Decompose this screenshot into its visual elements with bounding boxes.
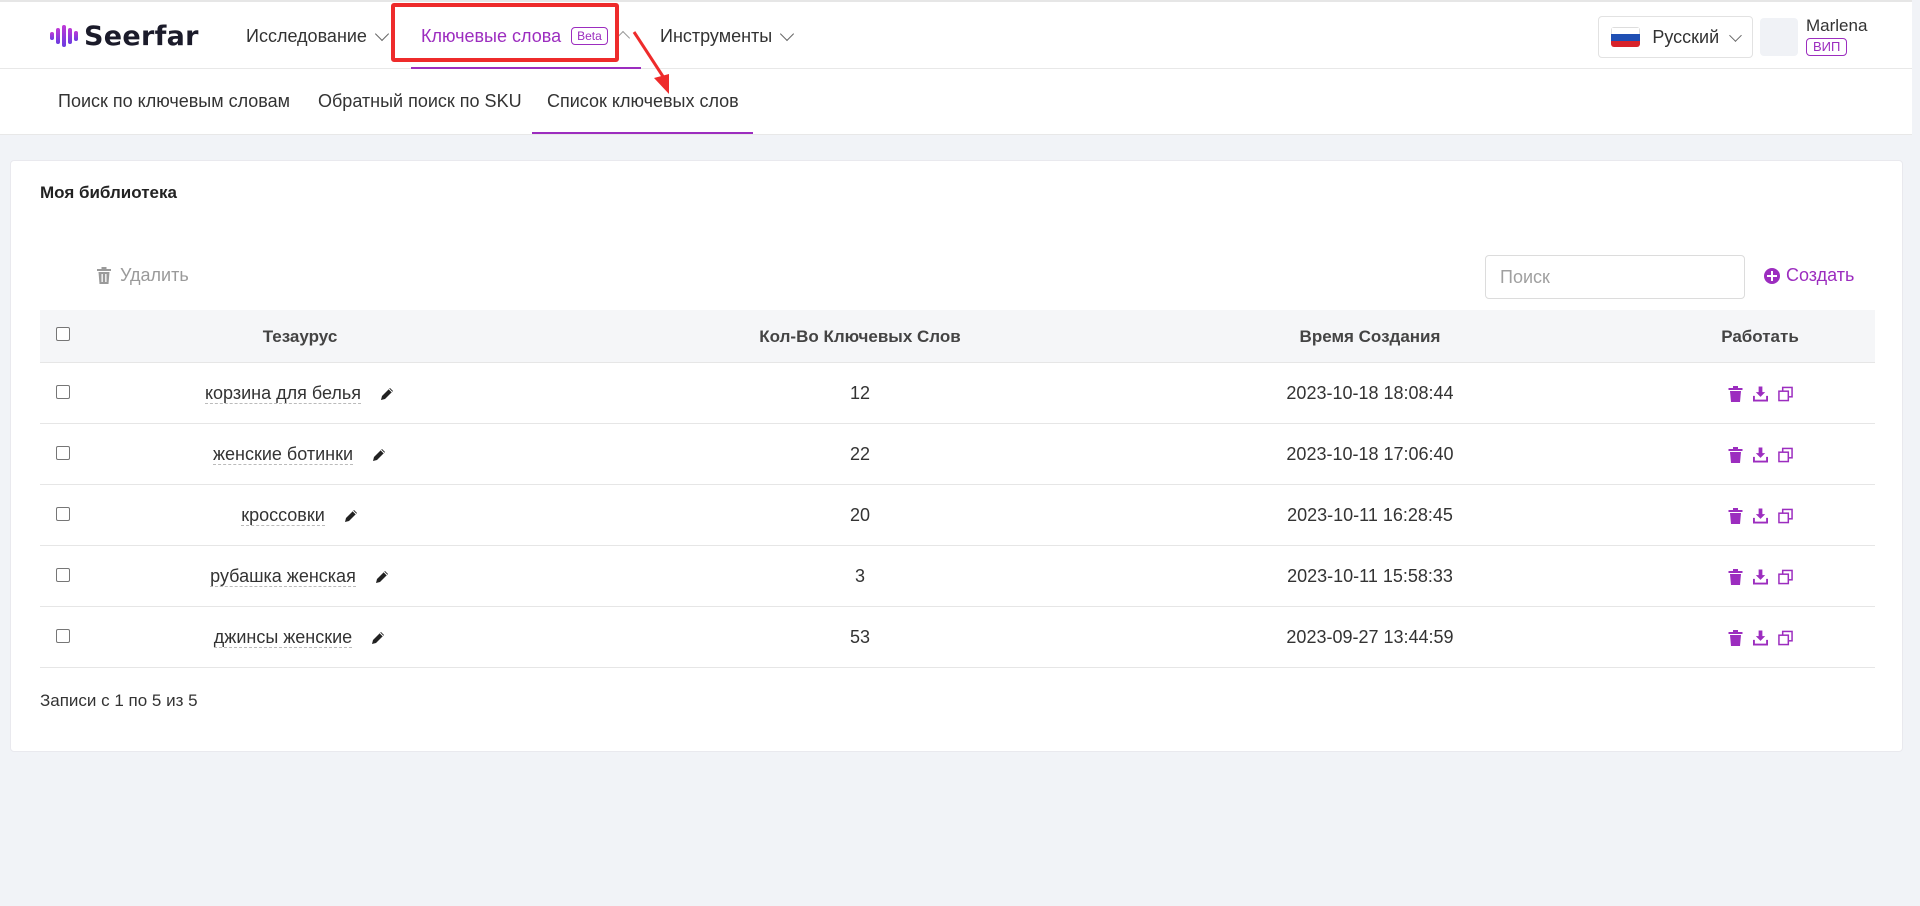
download-icon[interactable] <box>1752 569 1768 585</box>
create-label: Создать <box>1786 265 1855 285</box>
pencil-icon[interactable] <box>370 630 386 646</box>
russia-flag-icon <box>1611 27 1641 47</box>
trash-icon[interactable] <box>1728 507 1743 524</box>
nav-item-keywords[interactable]: Ключевые слова Beta <box>421 20 630 52</box>
column-header-created-time: Время Создания <box>1299 326 1441 346</box>
column-header-actions: Работать <box>1721 326 1799 346</box>
trash-icon[interactable] <box>1728 629 1743 646</box>
table-row: кроссовки 20 2023-10-11 16:28:45 <box>40 485 1875 546</box>
table-header: Тезаурус Кол-Во Ключевых Слов Время Созд… <box>40 310 1875 363</box>
created-time-cell: 2023-10-18 18:08:44 <box>1286 383 1454 403</box>
keyword-count-cell: 3 <box>854 566 865 586</box>
page: Seerfar Исследование Ключевые слова Beta… <box>0 0 1920 906</box>
language-select[interactable]: Русский <box>1598 16 1753 58</box>
tab-reverse-sku-search[interactable]: Обратный поиск по SKU <box>318 91 522 112</box>
keyword-count-cell: 22 <box>849 444 871 464</box>
thesaurus-name[interactable]: кроссовки <box>241 505 325 526</box>
created-time-cell: 2023-10-11 16:28:45 <box>1287 505 1453 525</box>
thesaurus-name[interactable]: джинсы женские <box>213 627 353 648</box>
nav-item-label: Инструменты <box>660 25 773 46</box>
table-row: рубашка женская 3 2023-10-11 15:58:33 <box>40 546 1875 607</box>
trash-icon <box>97 267 111 284</box>
thesaurus-name[interactable]: рубашка женская <box>210 566 356 587</box>
row-checkbox[interactable] <box>56 629 70 643</box>
download-icon[interactable] <box>1752 447 1768 463</box>
thesaurus-cell: рубашка женская <box>100 546 500 607</box>
plus-circle-icon <box>1764 267 1780 284</box>
actions-cell <box>1660 363 1860 424</box>
pencil-icon[interactable] <box>374 569 390 585</box>
user-name[interactable]: Marlena <box>1806 16 1867 36</box>
copy-icon[interactable] <box>1777 569 1793 585</box>
keyword-count-cell: 12 <box>849 383 871 403</box>
row-checkbox[interactable] <box>56 385 70 399</box>
nav-item-tools[interactable]: Инструменты <box>660 20 795 52</box>
thesaurus-cell: корзина для белья <box>100 363 500 424</box>
sub-navbar: Поиск по ключевым словам Обратный поиск … <box>0 69 1912 135</box>
chevron-up-icon <box>615 30 630 46</box>
keyword-count-cell: 53 <box>849 627 871 647</box>
copy-icon[interactable] <box>1777 508 1793 524</box>
thesaurus-name[interactable]: женские ботинки <box>212 444 354 465</box>
copy-icon[interactable] <box>1777 386 1793 402</box>
table-row: корзина для белья 12 2023-10-18 18:08:44 <box>40 363 1875 424</box>
column-header-thesaurus: Тезаурус <box>262 326 338 346</box>
actions-cell <box>1660 424 1860 485</box>
chevron-down-icon <box>1729 28 1742 42</box>
copy-icon[interactable] <box>1777 630 1793 646</box>
chevron-down-icon <box>374 26 390 41</box>
trash-icon[interactable] <box>1728 568 1743 585</box>
created-time-cell: 2023-09-27 13:44:59 <box>1286 627 1454 647</box>
pencil-icon[interactable] <box>379 386 395 402</box>
tab-keyword-search[interactable]: Поиск по ключевым словам <box>58 91 290 112</box>
brand-name: Seerfar <box>84 20 199 52</box>
copy-icon[interactable] <box>1777 447 1793 463</box>
tab-keyword-list[interactable]: Список ключевых слов <box>547 91 739 112</box>
actions-cell <box>1660 607 1860 668</box>
created-time-cell: 2023-10-18 17:06:40 <box>1286 444 1454 464</box>
delete-button[interactable]: Удалить <box>97 265 189 286</box>
create-button[interactable]: Создать <box>1764 265 1854 286</box>
actions-cell <box>1660 485 1860 546</box>
brand-logo[interactable]: Seerfar <box>50 20 199 52</box>
select-all-checkbox[interactable] <box>56 327 70 341</box>
language-label: Русский <box>1652 26 1720 47</box>
library-card: Моя библиотека Удалить Создать Тезаурус … <box>10 160 1903 752</box>
avatar[interactable] <box>1760 18 1798 56</box>
created-time-cell: 2023-10-11 15:58:33 <box>1287 566 1453 586</box>
nav-item-label: Ключевые слова <box>421 25 562 46</box>
row-checkbox[interactable] <box>56 568 70 582</box>
table-row: джинсы женские 53 2023-09-27 13:44:59 <box>40 607 1875 668</box>
download-icon[interactable] <box>1752 386 1768 402</box>
vip-badge: ВИП <box>1806 38 1848 56</box>
table-row: женские ботинки 22 2023-10-18 17:06:40 <box>40 424 1875 485</box>
keyword-library-table: Тезаурус Кол-Во Ключевых Слов Время Созд… <box>40 310 1875 668</box>
delete-label: Удалить <box>120 265 189 285</box>
subtab-active-underline <box>532 132 753 134</box>
card-title: Моя библиотека <box>40 183 177 202</box>
top-navbar: Seerfar Исследование Ключевые слова Beta… <box>0 0 1912 69</box>
search-input[interactable] <box>1485 255 1745 299</box>
column-header-keyword-count: Кол-Во Ключевых Слов <box>759 326 961 346</box>
thesaurus-cell: женские ботинки <box>100 424 500 485</box>
trash-icon[interactable] <box>1728 446 1743 463</box>
download-icon[interactable] <box>1752 630 1768 646</box>
logo-icon <box>50 23 78 49</box>
actions-cell <box>1660 546 1860 607</box>
thesaurus-name[interactable]: корзина для белья <box>204 383 362 404</box>
trash-icon[interactable] <box>1728 385 1743 402</box>
keyword-count-cell: 20 <box>849 505 871 525</box>
records-summary: Записи с 1 по 5 из 5 <box>40 691 198 710</box>
thesaurus-cell: кроссовки <box>100 485 500 546</box>
thesaurus-cell: джинсы женские <box>100 607 500 668</box>
beta-badge: Beta <box>571 27 608 45</box>
nav-item-research[interactable]: Исследование <box>246 20 390 52</box>
download-icon[interactable] <box>1752 508 1768 524</box>
row-checkbox[interactable] <box>56 507 70 521</box>
chevron-down-icon <box>780 26 795 41</box>
pencil-icon[interactable] <box>371 447 387 463</box>
row-checkbox[interactable] <box>56 446 70 460</box>
pencil-icon[interactable] <box>343 508 359 524</box>
nav-item-label: Исследование <box>246 25 367 46</box>
